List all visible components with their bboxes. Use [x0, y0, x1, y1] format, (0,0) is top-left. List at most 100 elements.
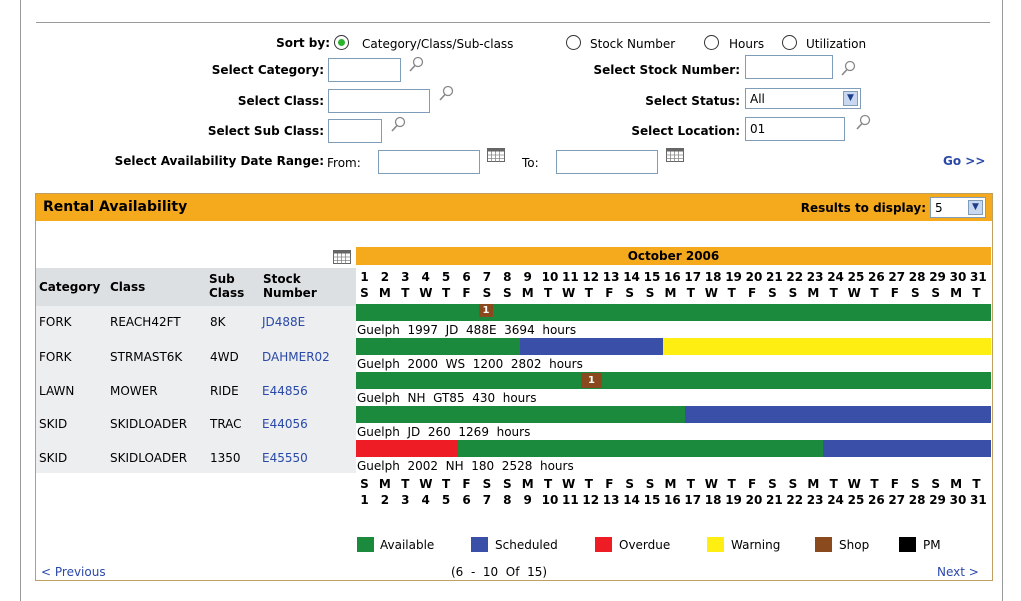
sort-radio-utilization[interactable]	[782, 35, 797, 50]
stock-number-input[interactable]	[745, 55, 833, 79]
weekday-letter: S	[645, 477, 655, 491]
weekday-letter: F	[462, 286, 471, 300]
weekday-letter: F	[605, 286, 614, 300]
status-select[interactable]: All ▼	[745, 88, 861, 109]
day-number: 6	[462, 270, 471, 284]
previous-page-link[interactable]: < Previous	[41, 565, 106, 579]
shop-count: 1	[482, 305, 490, 316]
to-calendar-icon[interactable]	[666, 148, 684, 162]
go-button[interactable]: Go >>	[943, 154, 985, 168]
weekday-letter: M	[521, 477, 534, 491]
legend-swatch-warning	[707, 537, 724, 552]
day-number: 11	[562, 270, 579, 284]
select-sub-class-label: Select Sub Class:	[207, 124, 324, 138]
day-number: 17	[684, 493, 702, 507]
bar-shop: 1	[479, 304, 493, 317]
day-number: 10	[541, 493, 559, 507]
day-number: 31	[970, 493, 987, 507]
row-stock-link[interactable]: DAHMER02	[262, 350, 330, 364]
bar-warning	[663, 338, 991, 355]
bar-available	[458, 440, 823, 457]
row-stock-link[interactable]: E44056	[262, 417, 308, 431]
row-stock-link[interactable]: E45550	[262, 451, 308, 465]
row-sub-class: 1350	[210, 451, 241, 465]
weekday-letter: S	[502, 477, 512, 491]
from-label: From:	[327, 156, 361, 170]
header-sub-class: Sub Class	[209, 272, 245, 300]
weekday-letter: T	[584, 286, 593, 300]
row-category: SKID	[39, 451, 68, 465]
sort-radio-hours[interactable]	[704, 35, 719, 50]
from-calendar-icon[interactable]	[487, 148, 505, 162]
sort-option-utilization: Utilization	[806, 37, 867, 51]
row-class: SKIDLOADER	[110, 417, 188, 431]
day-number: 13	[602, 270, 620, 284]
day-number: 25	[847, 270, 865, 284]
date-range-label: Select Availability Date Range:	[114, 154, 324, 168]
row-stock-link[interactable]: JD488E	[262, 315, 305, 329]
weekday-letter: T	[686, 477, 695, 491]
day-number: 30	[949, 270, 967, 284]
weekday-letter: W	[847, 477, 861, 491]
weekday-letter: T	[829, 477, 838, 491]
day-number: 4	[421, 270, 430, 284]
sub-class-lookup-icon[interactable]	[390, 116, 406, 134]
location-input-value: 01	[750, 122, 766, 136]
select-stock-number-label: Select Stock Number:	[593, 63, 741, 77]
next-page-link[interactable]: Next >	[937, 565, 979, 579]
location-input[interactable]: 01	[745, 117, 845, 141]
bar-scheduled	[685, 406, 991, 423]
sort-radio-category[interactable]	[334, 35, 349, 50]
weekday-letter: T	[401, 286, 410, 300]
chevron-down-icon[interactable]: ▼	[843, 91, 858, 106]
header-stock-number: Stock Number	[263, 272, 317, 300]
day-number: 12	[582, 493, 600, 507]
day-number: 14	[623, 493, 640, 507]
location-lookup-icon[interactable]	[855, 114, 871, 132]
day-number: 10	[541, 270, 559, 284]
row-class: MOWER	[110, 384, 158, 398]
legend-swatch-scheduled	[471, 537, 488, 552]
weekday-letter: S	[482, 286, 492, 300]
results-to-display-select[interactable]: 5 ▼	[930, 197, 986, 218]
weekday-letter: S	[910, 286, 920, 300]
class-lookup-icon[interactable]	[438, 85, 454, 103]
day-number: 17	[684, 270, 702, 284]
results-to-display-label: Results to display:	[800, 201, 926, 215]
row-stock-link[interactable]: E44856	[262, 384, 308, 398]
legend-swatch-pm	[899, 537, 916, 552]
weekday-letter: T	[727, 477, 736, 491]
weekday-letter: F	[605, 477, 614, 491]
day-number: 22	[786, 493, 804, 507]
weekday-letter: T	[870, 286, 879, 300]
top-divider	[36, 22, 990, 23]
legend-label-shop: Shop	[839, 538, 870, 552]
from-date-input[interactable]	[378, 150, 480, 174]
sub-class-input[interactable]	[328, 119, 382, 143]
row-category: SKID	[39, 417, 68, 431]
sort-radio-stock-number[interactable]	[566, 35, 581, 50]
day-number: 16	[664, 493, 681, 507]
day-number: 26	[868, 270, 885, 284]
day-number: 5	[441, 493, 451, 507]
chevron-down-icon[interactable]: ▼	[968, 200, 983, 215]
weekday-letter: T	[686, 286, 695, 300]
bar-available	[356, 406, 685, 423]
table-row	[36, 370, 356, 404]
to-date-input[interactable]	[556, 150, 658, 174]
legend-label-scheduled: Scheduled	[495, 538, 558, 552]
stock-number-lookup-icon[interactable]	[840, 60, 856, 78]
chart-calendar-icon[interactable]	[333, 250, 351, 264]
class-input[interactable]	[328, 89, 430, 113]
weekday-letter: S	[625, 286, 635, 300]
weekday-letter: S	[788, 477, 798, 491]
category-input[interactable]	[328, 58, 401, 82]
category-lookup-icon[interactable]	[408, 56, 424, 74]
bar-scheduled	[520, 338, 663, 355]
legend-label-overdue: Overdue	[619, 538, 671, 552]
weekday-letter: S	[768, 477, 777, 491]
row-class: SKIDLOADER	[110, 451, 188, 465]
row-sub-class: 4WD	[210, 350, 239, 364]
month-label: October 2006	[627, 249, 720, 263]
select-status-label: Select Status:	[645, 94, 740, 108]
